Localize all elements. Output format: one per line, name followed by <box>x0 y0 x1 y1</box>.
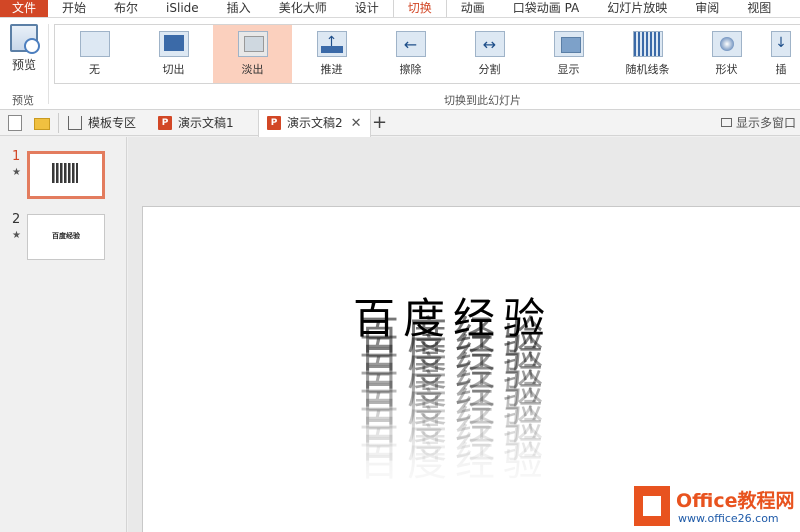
transition-push[interactable]: 推进 <box>292 25 371 83</box>
transition-label: 淡出 <box>241 63 264 76</box>
slide-title-text[interactable]: 百度经验 <box>353 285 553 346</box>
slide-canvas: 百度经验 百度经验 百度经验 百度经验 百度经验 百度经验 百度经验 百度经验 … <box>128 137 800 532</box>
none-transition-icon <box>79 31 110 57</box>
tab-presentation-1[interactable]: P 演示文稿1 <box>158 110 234 136</box>
thumbnail-content <box>52 163 78 183</box>
transition-label: 插 <box>775 63 787 76</box>
close-icon[interactable]: ✕ <box>351 116 362 131</box>
transition-cover[interactable]: 插 <box>766 25 796 83</box>
transition-cut[interactable]: 切出 <box>134 25 213 83</box>
ppt-file-icon: P <box>158 115 172 130</box>
menu-review[interactable]: 审阅 <box>681 0 733 17</box>
wipe-transition-icon <box>395 31 426 57</box>
tab-presentation-2[interactable]: P 演示文稿2 ✕ <box>258 110 371 137</box>
menu-transitions[interactable]: 切换 <box>392 0 447 17</box>
tab-label: 演示文稿1 <box>178 116 234 130</box>
reveal-transition-icon <box>553 31 584 57</box>
transition-label: 形状 <box>715 63 738 76</box>
transition-reveal[interactable]: 显示 <box>529 25 608 83</box>
transition-none[interactable]: 无 <box>55 25 134 83</box>
ppt-file-icon: P <box>267 115 281 130</box>
menu-home[interactable]: 开始 <box>48 0 100 17</box>
tab-separator <box>58 113 59 133</box>
transition-fade[interactable]: 淡出 <box>213 25 292 83</box>
open-folder-icon[interactable] <box>34 118 50 130</box>
transition-label: 分割 <box>478 63 501 76</box>
preview-group-label: 预览 <box>12 94 34 107</box>
ribbon: 预览 预览 无 切出 淡出 推进 擦除 分割 显示 <box>0 18 800 110</box>
tab-template-zone[interactable]: 模板专区 <box>68 110 136 136</box>
shape-transition-icon <box>711 31 742 57</box>
tab-label: 模板专区 <box>88 116 137 130</box>
slide-thumbnail-2[interactable]: 百度经验 <box>27 214 105 260</box>
multi-window-icon <box>720 118 732 127</box>
transition-wipe[interactable]: 擦除 <box>371 25 450 83</box>
slide-thumbnail-pane: 1 ★ 2 ★ 百度经验 <box>0 137 127 532</box>
transitions-group-label: 切换到此幻灯片 <box>444 94 521 107</box>
menu-islide[interactable]: iSlide <box>152 0 213 17</box>
preview-button[interactable]: 预览 <box>4 22 44 92</box>
menu-pocket-animation[interactable]: 口袋动画 PA <box>499 0 594 17</box>
preview-icon <box>10 24 40 54</box>
menu-design[interactable]: 设计 <box>341 0 393 17</box>
slide-thumbnail-1[interactable] <box>27 151 105 199</box>
menu-slideshow[interactable]: 幻灯片放映 <box>593 0 681 17</box>
transition-shape[interactable]: 形状 <box>687 25 766 83</box>
menu-file[interactable]: 文件 <box>0 0 49 17</box>
tab-label: 演示文稿2 <box>287 116 343 130</box>
group-divider <box>48 24 49 104</box>
add-tab-icon[interactable]: + <box>372 112 387 134</box>
transition-random-bars[interactable]: 随机线条 <box>608 25 687 83</box>
watermark-title: Office教程网 <box>676 490 795 512</box>
animation-star-icon: ★ <box>12 230 21 241</box>
thumbnail-text: 百度经验 <box>52 232 80 240</box>
fade-transition-icon <box>237 31 268 57</box>
transition-label: 推进 <box>320 63 343 76</box>
menu-beautify[interactable]: 美化大师 <box>265 0 341 17</box>
menu-view[interactable]: 视图 <box>733 0 785 17</box>
transition-label: 随机线条 <box>625 63 670 76</box>
transition-label: 切出 <box>162 63 185 76</box>
watermark-url: www.office26.com <box>678 512 779 525</box>
site-watermark: Office教程网 www.office26.com <box>632 482 800 532</box>
transition-split[interactable]: 分割 <box>450 25 529 83</box>
transition-label: 显示 <box>557 63 580 76</box>
random-bars-transition-icon <box>632 31 663 57</box>
split-transition-icon <box>474 31 505 57</box>
menu-insert[interactable]: 插入 <box>213 0 265 17</box>
menu-bar: 文件 开始 布尔 iSlide 插入 美化大师 设计 切换 动画 口袋动画 PA… <box>0 0 800 18</box>
transition-label: 无 <box>89 63 100 76</box>
cut-transition-icon <box>158 31 189 57</box>
slide-number: 1 <box>12 149 21 164</box>
slide-number: 2 <box>12 212 21 227</box>
new-document-icon[interactable] <box>8 115 22 131</box>
menu-animations[interactable]: 动画 <box>447 0 499 17</box>
home-icon <box>68 115 82 130</box>
cover-transition-icon <box>771 31 791 57</box>
document-tab-bar: 模板专区 P 演示文稿1 P 演示文稿2 ✕ + 显示多窗口 <box>0 110 800 137</box>
animation-star-icon: ★ <box>12 167 21 178</box>
push-transition-icon <box>316 31 347 57</box>
multi-window-button[interactable]: 显示多窗口 <box>720 110 796 136</box>
menu-boolean[interactable]: 布尔 <box>100 0 152 17</box>
office-logo-icon <box>634 486 670 526</box>
multi-window-label: 显示多窗口 <box>735 116 796 130</box>
menu-more[interactable]: ( <box>785 0 800 17</box>
preview-label: 预览 <box>11 58 36 72</box>
transition-label: 擦除 <box>399 63 422 76</box>
transition-gallery: 无 切出 淡出 推进 擦除 分割 显示 随机线条 <box>54 24 800 84</box>
